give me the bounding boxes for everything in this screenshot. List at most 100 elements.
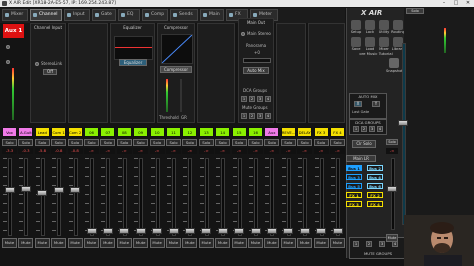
solo-button[interactable]: Solo xyxy=(215,139,231,146)
channel-fader[interactable] xyxy=(184,228,195,234)
solo-button[interactable]: Solo xyxy=(84,139,99,146)
routing-icon[interactable] xyxy=(393,20,403,30)
mute-button[interactable]: Mute xyxy=(116,238,132,248)
selected-channel-badge[interactable]: Aux 1 xyxy=(3,24,24,38)
dca-button-3[interactable]: 3 xyxy=(257,96,263,102)
close-button[interactable]: ✕ xyxy=(462,0,474,7)
dca-side-button-1[interactable]: 1 xyxy=(353,126,359,132)
strip-name[interactable]: 14 xyxy=(215,127,231,137)
channel-fader[interactable] xyxy=(135,228,146,234)
utility-icon[interactable] xyxy=(379,20,389,30)
channel-fader[interactable] xyxy=(299,228,310,234)
mixer-icon[interactable] xyxy=(379,37,389,47)
channel-fader[interactable] xyxy=(266,228,277,234)
main-stereo-checkbox[interactable] xyxy=(241,32,245,36)
mute-button[interactable]: Mute xyxy=(100,238,116,248)
strip-name[interactable]: REVE... xyxy=(280,127,296,137)
solo-button[interactable]: Solo xyxy=(182,139,198,146)
strip-name[interactable]: 15 xyxy=(231,127,247,137)
mute-button[interactable]: Mute xyxy=(67,238,83,248)
channel-fader[interactable] xyxy=(20,186,31,192)
mute-button[interactable]: Mute xyxy=(231,238,247,248)
mute-button[interactable]: Mute xyxy=(215,238,231,248)
solo-button[interactable]: Solo xyxy=(67,139,83,146)
save-icon[interactable] xyxy=(351,37,361,47)
mute-button[interactable]: Mute xyxy=(149,238,165,248)
solo-button[interactable]: Solo xyxy=(297,139,313,146)
snapshot-icon[interactable] xyxy=(389,58,399,68)
strip-name[interactable]: A.Guit xyxy=(18,127,34,137)
solo-button[interactable]: Solo xyxy=(100,139,116,146)
mute-group-side-button-3[interactable]: 3 xyxy=(379,241,385,247)
solo-button[interactable]: Solo xyxy=(330,139,345,146)
strip-name[interactable]: 08 xyxy=(116,127,132,137)
strip-name[interactable]: Lead Guitar xyxy=(34,127,50,137)
bus-fader[interactable] xyxy=(387,185,397,192)
strip-name[interactable]: FX 3 xyxy=(313,127,329,137)
dca-side-button-3[interactable]: 3 xyxy=(369,126,375,132)
auto-mix-y-button[interactable]: Y xyxy=(372,101,380,107)
mute-button[interactable]: Mute xyxy=(34,238,50,248)
channel-fader[interactable] xyxy=(332,228,343,234)
dca-button-2[interactable]: 2 xyxy=(249,96,255,102)
tab-main[interactable]: Main xyxy=(200,9,224,21)
strip-name[interactable]: Vox xyxy=(2,127,17,137)
solo-button[interactable]: Solo xyxy=(198,139,214,146)
bus-mute-button[interactable]: Mute xyxy=(386,234,398,242)
strip-name[interactable]: DELAY xyxy=(297,127,313,137)
clear-solo-button[interactable]: Clr Solo xyxy=(352,140,376,148)
load-icon[interactable] xyxy=(365,37,375,47)
channel-fader[interactable] xyxy=(283,228,294,234)
strip-name[interactable]: 10 xyxy=(149,127,165,137)
solo-button[interactable]: Solo xyxy=(166,139,181,146)
mute-group-button-1[interactable]: 1 xyxy=(241,113,247,119)
dca-button-4[interactable]: 4 xyxy=(265,96,271,102)
strip-name[interactable]: 12 xyxy=(182,127,198,137)
stereolink-checkbox[interactable] xyxy=(35,62,39,66)
mute-button[interactable]: Mute xyxy=(248,238,263,248)
strip-name[interactable]: FX 4 xyxy=(330,127,345,137)
channel-fader[interactable] xyxy=(102,228,113,234)
main-solo-button[interactable]: Solo xyxy=(406,8,424,14)
strip-name[interactable]: Com 1 xyxy=(51,127,67,137)
bus-button-bus-3[interactable]: Bus 3 xyxy=(346,174,362,180)
bus-button-fx-1[interactable]: FX 1 xyxy=(346,192,362,198)
bus-button-fx-3[interactable]: FX 3 xyxy=(346,201,362,207)
strip-name[interactable]: Aux 1/2 xyxy=(264,127,280,137)
channel-fader[interactable] xyxy=(119,228,130,234)
solo-button[interactable]: Solo xyxy=(34,139,50,146)
tab-channel[interactable]: Channel xyxy=(30,9,62,21)
lock-icon[interactable] xyxy=(365,20,375,30)
bus-button-bus-5[interactable]: Bus 5 xyxy=(346,183,362,189)
mute-button[interactable]: Mute xyxy=(330,238,345,248)
channel-fader[interactable] xyxy=(201,228,212,234)
tab-comp[interactable]: Comp xyxy=(142,9,168,21)
bus-button-bus-6[interactable]: Bus 6 xyxy=(367,183,383,189)
solo-button[interactable]: Solo xyxy=(116,139,132,146)
main-fader[interactable] xyxy=(398,119,408,126)
mute-button[interactable]: Mute xyxy=(166,238,181,248)
mute-button[interactable]: Mute xyxy=(51,238,67,248)
auto-mix-button[interactable]: Auto Mix xyxy=(243,67,269,74)
tab-mixer[interactable]: Mixer xyxy=(2,9,28,21)
solo-button[interactable]: Solo xyxy=(149,139,165,146)
bus-button-bus-4[interactable]: Bus 4 xyxy=(367,174,383,180)
strip-name[interactable]: 16 xyxy=(248,127,263,137)
main-lr-button[interactable]: Main LR xyxy=(346,155,376,162)
solo-button[interactable]: Solo xyxy=(248,139,263,146)
mute-group-side-button-1[interactable]: 1 xyxy=(353,241,359,247)
channel-fader[interactable] xyxy=(234,228,245,234)
setup-icon[interactable] xyxy=(351,20,361,30)
tab-gate[interactable]: Gate xyxy=(92,9,116,21)
channel-fader[interactable] xyxy=(250,228,261,234)
mute-button[interactable]: Mute xyxy=(264,238,280,248)
delay-select[interactable]: Off xyxy=(43,69,57,75)
solo-button[interactable]: Solo xyxy=(2,139,17,146)
dca-side-button-2[interactable]: 2 xyxy=(361,126,367,132)
dca-side-button-4[interactable]: 4 xyxy=(377,126,383,132)
minimize-button[interactable]: – xyxy=(438,0,450,7)
strip-name[interactable]: Com 2 xyxy=(67,127,83,137)
mute-button[interactable]: Mute xyxy=(84,238,99,248)
mute-group-button-4[interactable]: 4 xyxy=(265,113,271,119)
dca-button-1[interactable]: 1 xyxy=(241,96,247,102)
